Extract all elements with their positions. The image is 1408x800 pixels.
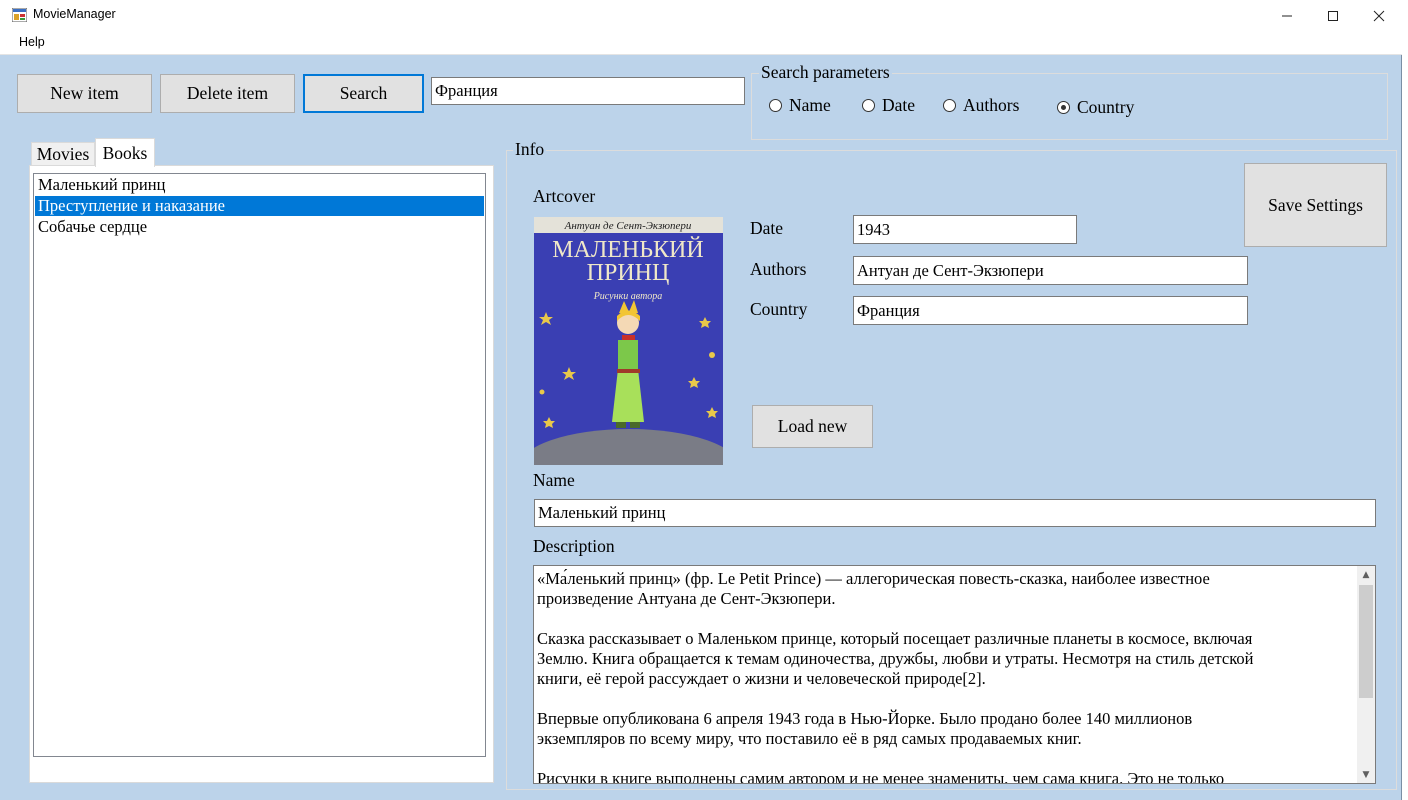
radio-country-circle[interactable] — [1057, 101, 1070, 114]
radio-authors-label: Authors — [963, 95, 1020, 115]
scroll-up-icon[interactable]: ▲ — [1357, 566, 1375, 583]
delete-item-button[interactable]: Delete item — [160, 74, 295, 113]
authors-field[interactable]: Антуан де Сент-Экзюпери — [853, 256, 1248, 285]
cover-title-line2: ПРИНЦ — [587, 260, 670, 286]
menu-bar: Help — [0, 31, 1402, 55]
app-icon — [12, 8, 27, 22]
list-item[interactable]: Преступление и наказание — [35, 196, 484, 216]
search-button[interactable]: Search — [303, 74, 424, 113]
search-parameters-title: Search parameters — [759, 62, 892, 83]
cover-author: Антуан де Сент-Экзюпери — [564, 220, 692, 232]
main-window: MovieManager Help New item Delete item S… — [0, 0, 1402, 800]
menu-help[interactable]: Help — [19, 35, 45, 49]
minimize-icon — [1282, 15, 1292, 16]
radio-country-label: Country — [1077, 97, 1135, 117]
cover-subtitle: Рисунки автора — [593, 291, 663, 302]
country-label: Country — [750, 299, 808, 319]
info-title: Info — [513, 139, 547, 160]
search-input[interactable]: Франция — [431, 77, 745, 105]
description-textarea[interactable]: «Ма́ленький принц» (фр. Le Petit Prince)… — [533, 565, 1376, 784]
title-bar: MovieManager — [0, 0, 1402, 31]
radio-date-circle[interactable] — [862, 99, 875, 112]
name-label: Name — [533, 470, 575, 490]
radio-date[interactable]: Date — [862, 95, 915, 116]
date-field[interactable]: 1943 — [853, 215, 1077, 244]
tab-movies[interactable]: Movies — [31, 142, 95, 166]
radio-authors[interactable]: Authors — [943, 95, 1019, 116]
items-listbox[interactable]: Маленький принц Преступление и наказание… — [33, 173, 486, 757]
artcover-image: Антуан де Сент-Экзюпери МАЛЕНЬКИЙ ПРИНЦ … — [534, 217, 723, 465]
maximize-icon — [1328, 10, 1338, 21]
description-scrollbar[interactable]: ▲ ▼ — [1357, 566, 1375, 783]
radio-date-label: Date — [882, 95, 916, 115]
close-button[interactable] — [1356, 0, 1402, 31]
date-label: Date — [750, 218, 784, 238]
radio-name[interactable]: Name — [769, 95, 831, 116]
minimize-button[interactable] — [1264, 0, 1310, 31]
radio-name-label: Name — [789, 95, 831, 115]
radio-authors-circle[interactable] — [943, 99, 956, 112]
country-field[interactable]: Франция — [853, 296, 1248, 325]
new-item-button[interactable]: New item — [17, 74, 152, 113]
radio-name-circle[interactable] — [769, 99, 782, 112]
list-item[interactable]: Маленький принц — [35, 175, 484, 195]
maximize-button[interactable] — [1310, 0, 1356, 31]
window-title: MovieManager — [33, 7, 116, 21]
artcover-label: Artcover — [533, 186, 596, 206]
save-settings-button[interactable]: Save Settings — [1244, 163, 1387, 247]
scroll-down-icon[interactable]: ▼ — [1357, 766, 1375, 783]
name-field[interactable]: Маленький принц — [534, 499, 1376, 527]
description-label: Description — [533, 536, 615, 556]
description-text[interactable]: «Ма́ленький принц» (фр. Le Petit Prince)… — [537, 569, 1352, 783]
tab-books[interactable]: Books — [95, 138, 155, 167]
scroll-thumb[interactable] — [1359, 585, 1373, 698]
close-icon — [1373, 10, 1385, 21]
book-cover-illustration: Антуан де Сент-Экзюпери МАЛЕНЬКИЙ ПРИНЦ … — [534, 217, 723, 465]
load-new-button[interactable]: Load new — [752, 405, 873, 448]
authors-label: Authors — [750, 259, 807, 279]
radio-country[interactable]: Country — [1057, 97, 1134, 118]
list-item[interactable]: Собачье сердце — [35, 217, 484, 237]
